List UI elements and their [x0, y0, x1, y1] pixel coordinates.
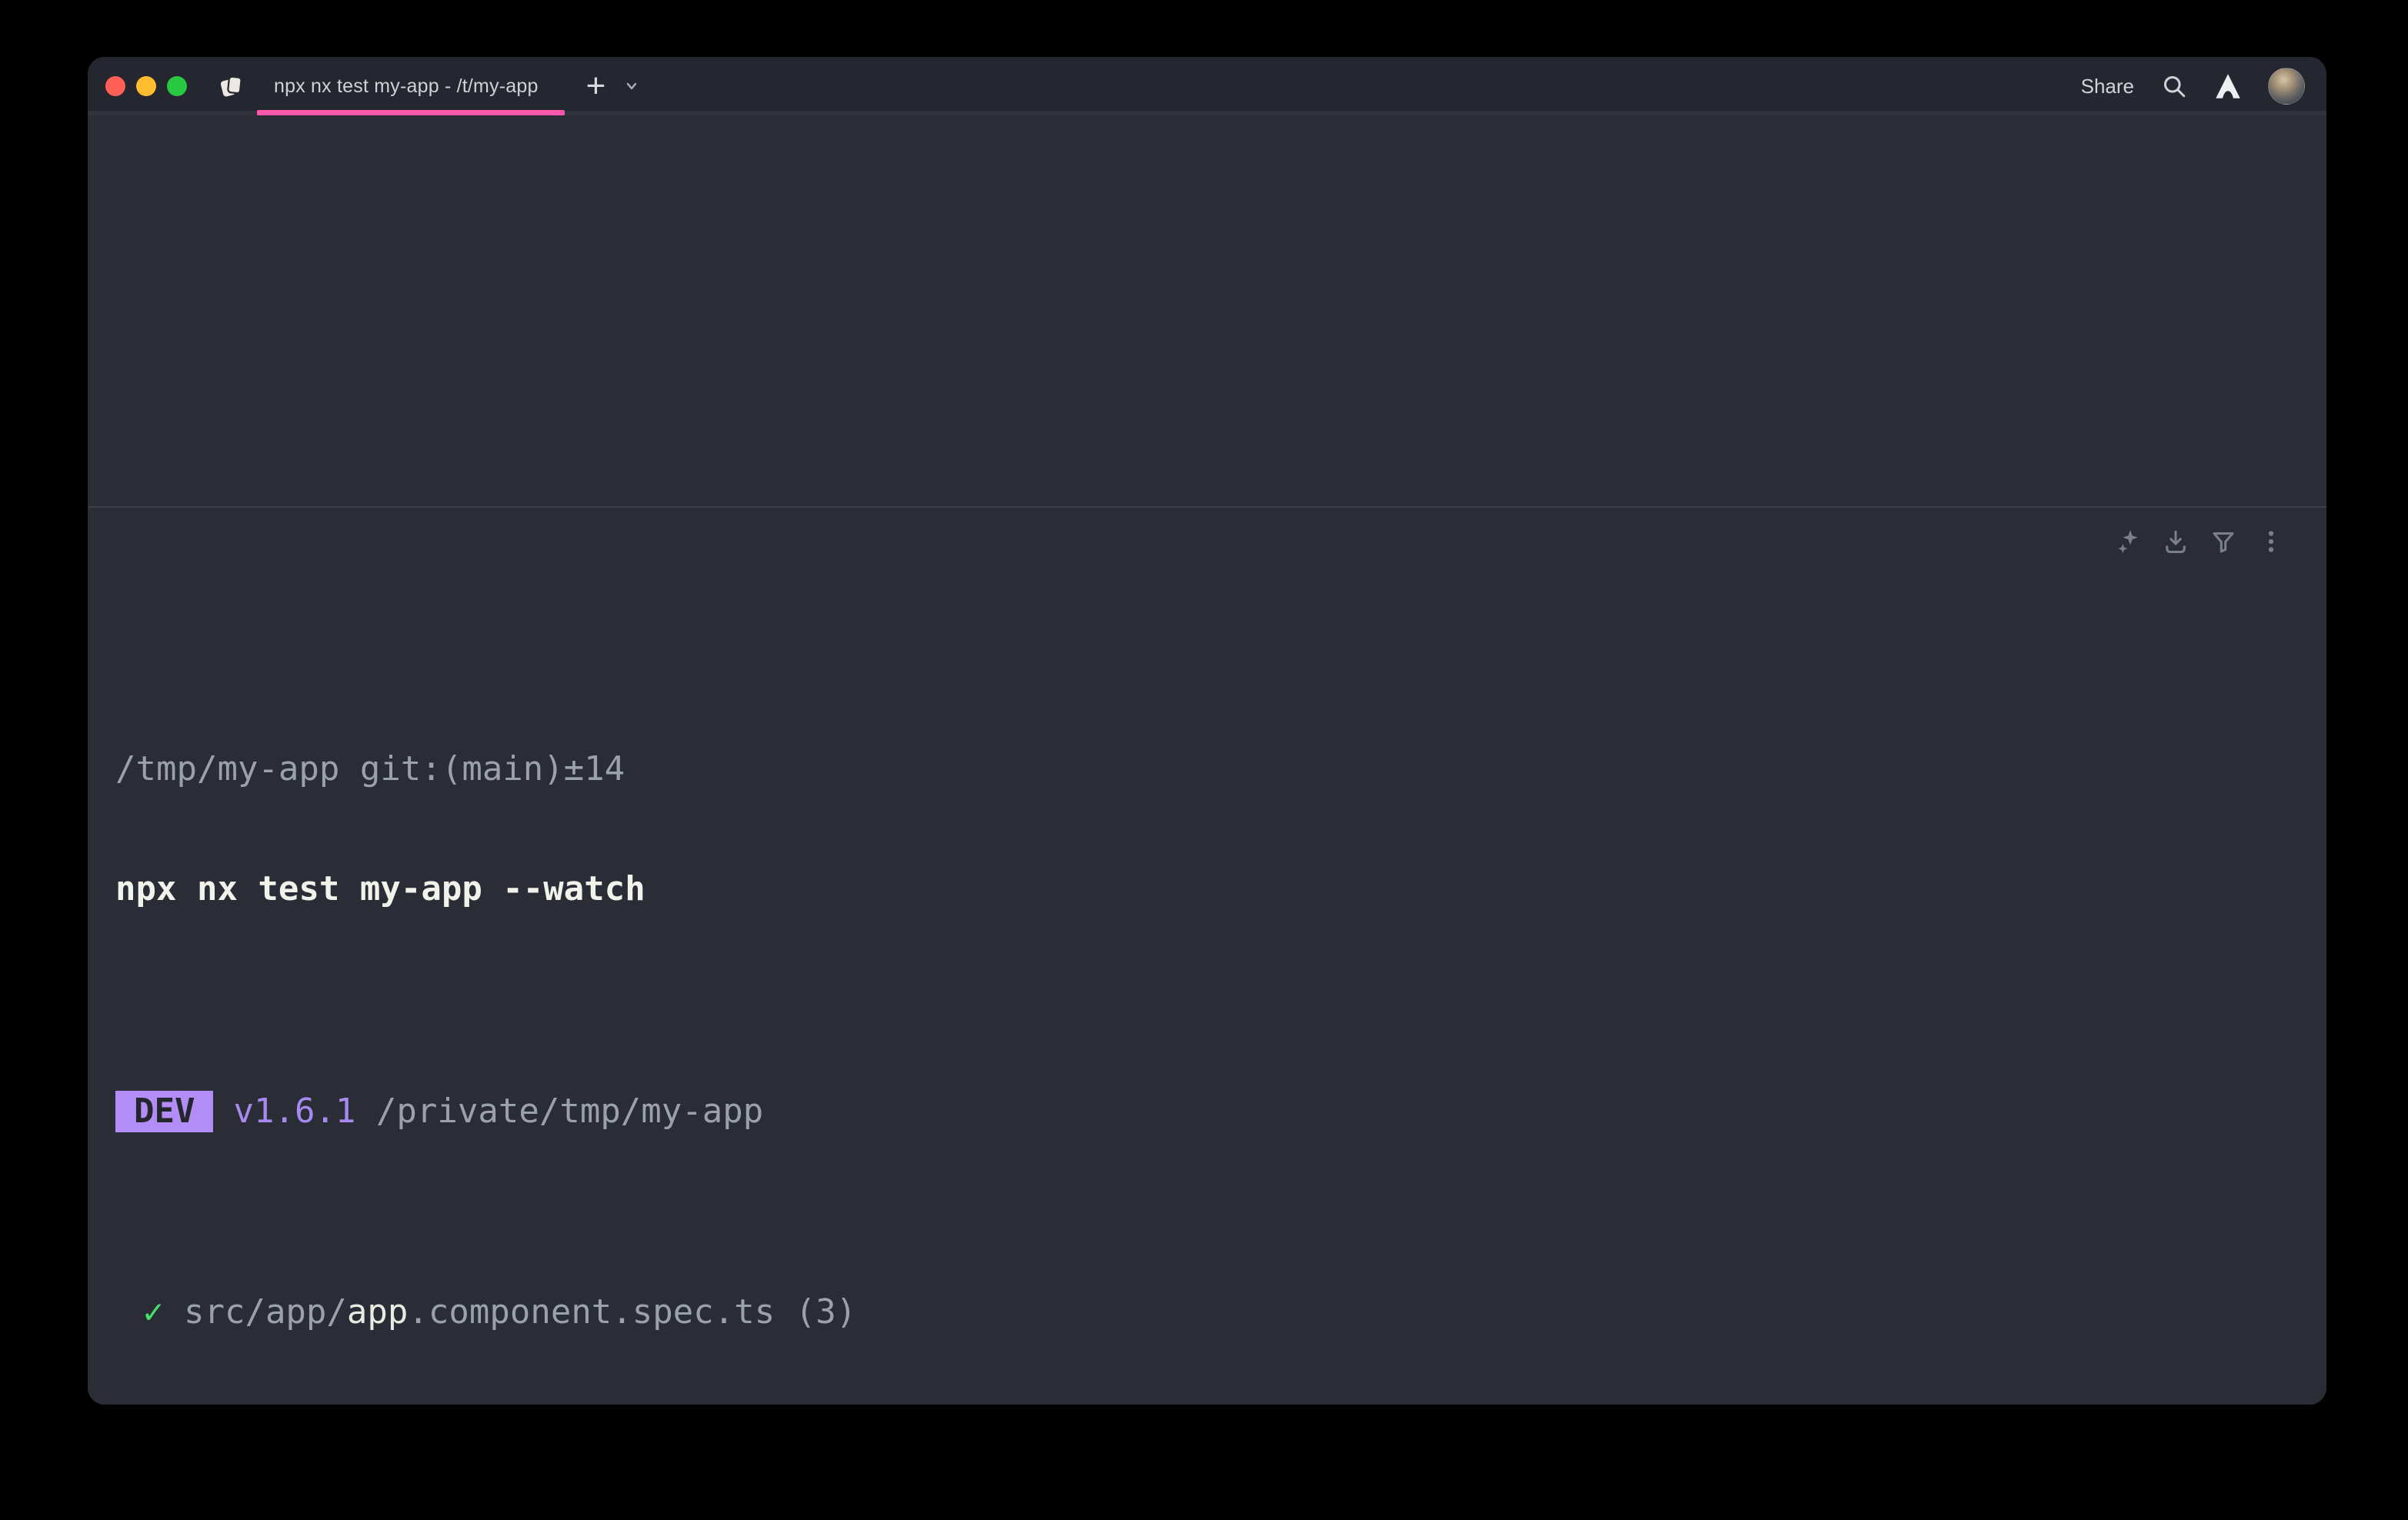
- prompt-line: /tmp/my-app git:(main)±14: [115, 748, 2299, 790]
- pages-icon[interactable]: [217, 72, 246, 101]
- scrollback-empty-area: [88, 115, 2326, 506]
- project-path: /private/tmp/my-app: [376, 1092, 763, 1131]
- dev-badge: DEV: [115, 1091, 213, 1132]
- vitest-version: v1.6.1: [233, 1092, 355, 1131]
- new-tab-button[interactable]: +: [586, 71, 606, 102]
- kebab-menu-icon[interactable]: [2257, 528, 2285, 555]
- block-toolbar: [2114, 528, 2285, 555]
- maximize-button[interactable]: [167, 76, 187, 96]
- titlebar-right-controls: Share: [2081, 68, 2305, 105]
- search-icon[interactable]: [2160, 72, 2188, 100]
- terminal-pane[interactable]: /tmp/my-app git:(main)±14 npx nx test my…: [88, 115, 2326, 1405]
- warp-logo-icon[interactable]: [2214, 72, 2242, 100]
- terminal-window: npx nx test my-app - /t/my-app + Share: [88, 57, 2326, 1405]
- active-tab-underline: [257, 110, 565, 115]
- filter-icon[interactable]: [2210, 528, 2237, 555]
- check-icon: ✓: [143, 1292, 164, 1332]
- traffic-lights: [105, 57, 187, 115]
- close-button[interactable]: [105, 76, 125, 96]
- minimize-button[interactable]: [136, 76, 156, 96]
- command-line: npx nx test my-app --watch: [115, 868, 2299, 910]
- chevron-down-icon[interactable]: [622, 77, 641, 95]
- titlebar: npx nx test my-app - /t/my-app + Share: [88, 57, 2326, 115]
- user-avatar[interactable]: [2268, 68, 2305, 105]
- vitest-dev-line: DEV v1.6.1/private/tmp/my-app: [115, 1091, 2299, 1132]
- command-block: /tmp/my-app git:(main)±14 npx nx test my…: [88, 506, 2326, 1405]
- ai-sparkles-icon[interactable]: [2114, 528, 2142, 555]
- share-button[interactable]: Share: [2081, 75, 2134, 98]
- test-file-row: ✓src/app/app.component.spec.ts (3): [115, 1292, 2299, 1333]
- download-icon[interactable]: [2162, 528, 2190, 555]
- tab-title[interactable]: npx nx test my-app - /t/my-app: [274, 75, 539, 98]
